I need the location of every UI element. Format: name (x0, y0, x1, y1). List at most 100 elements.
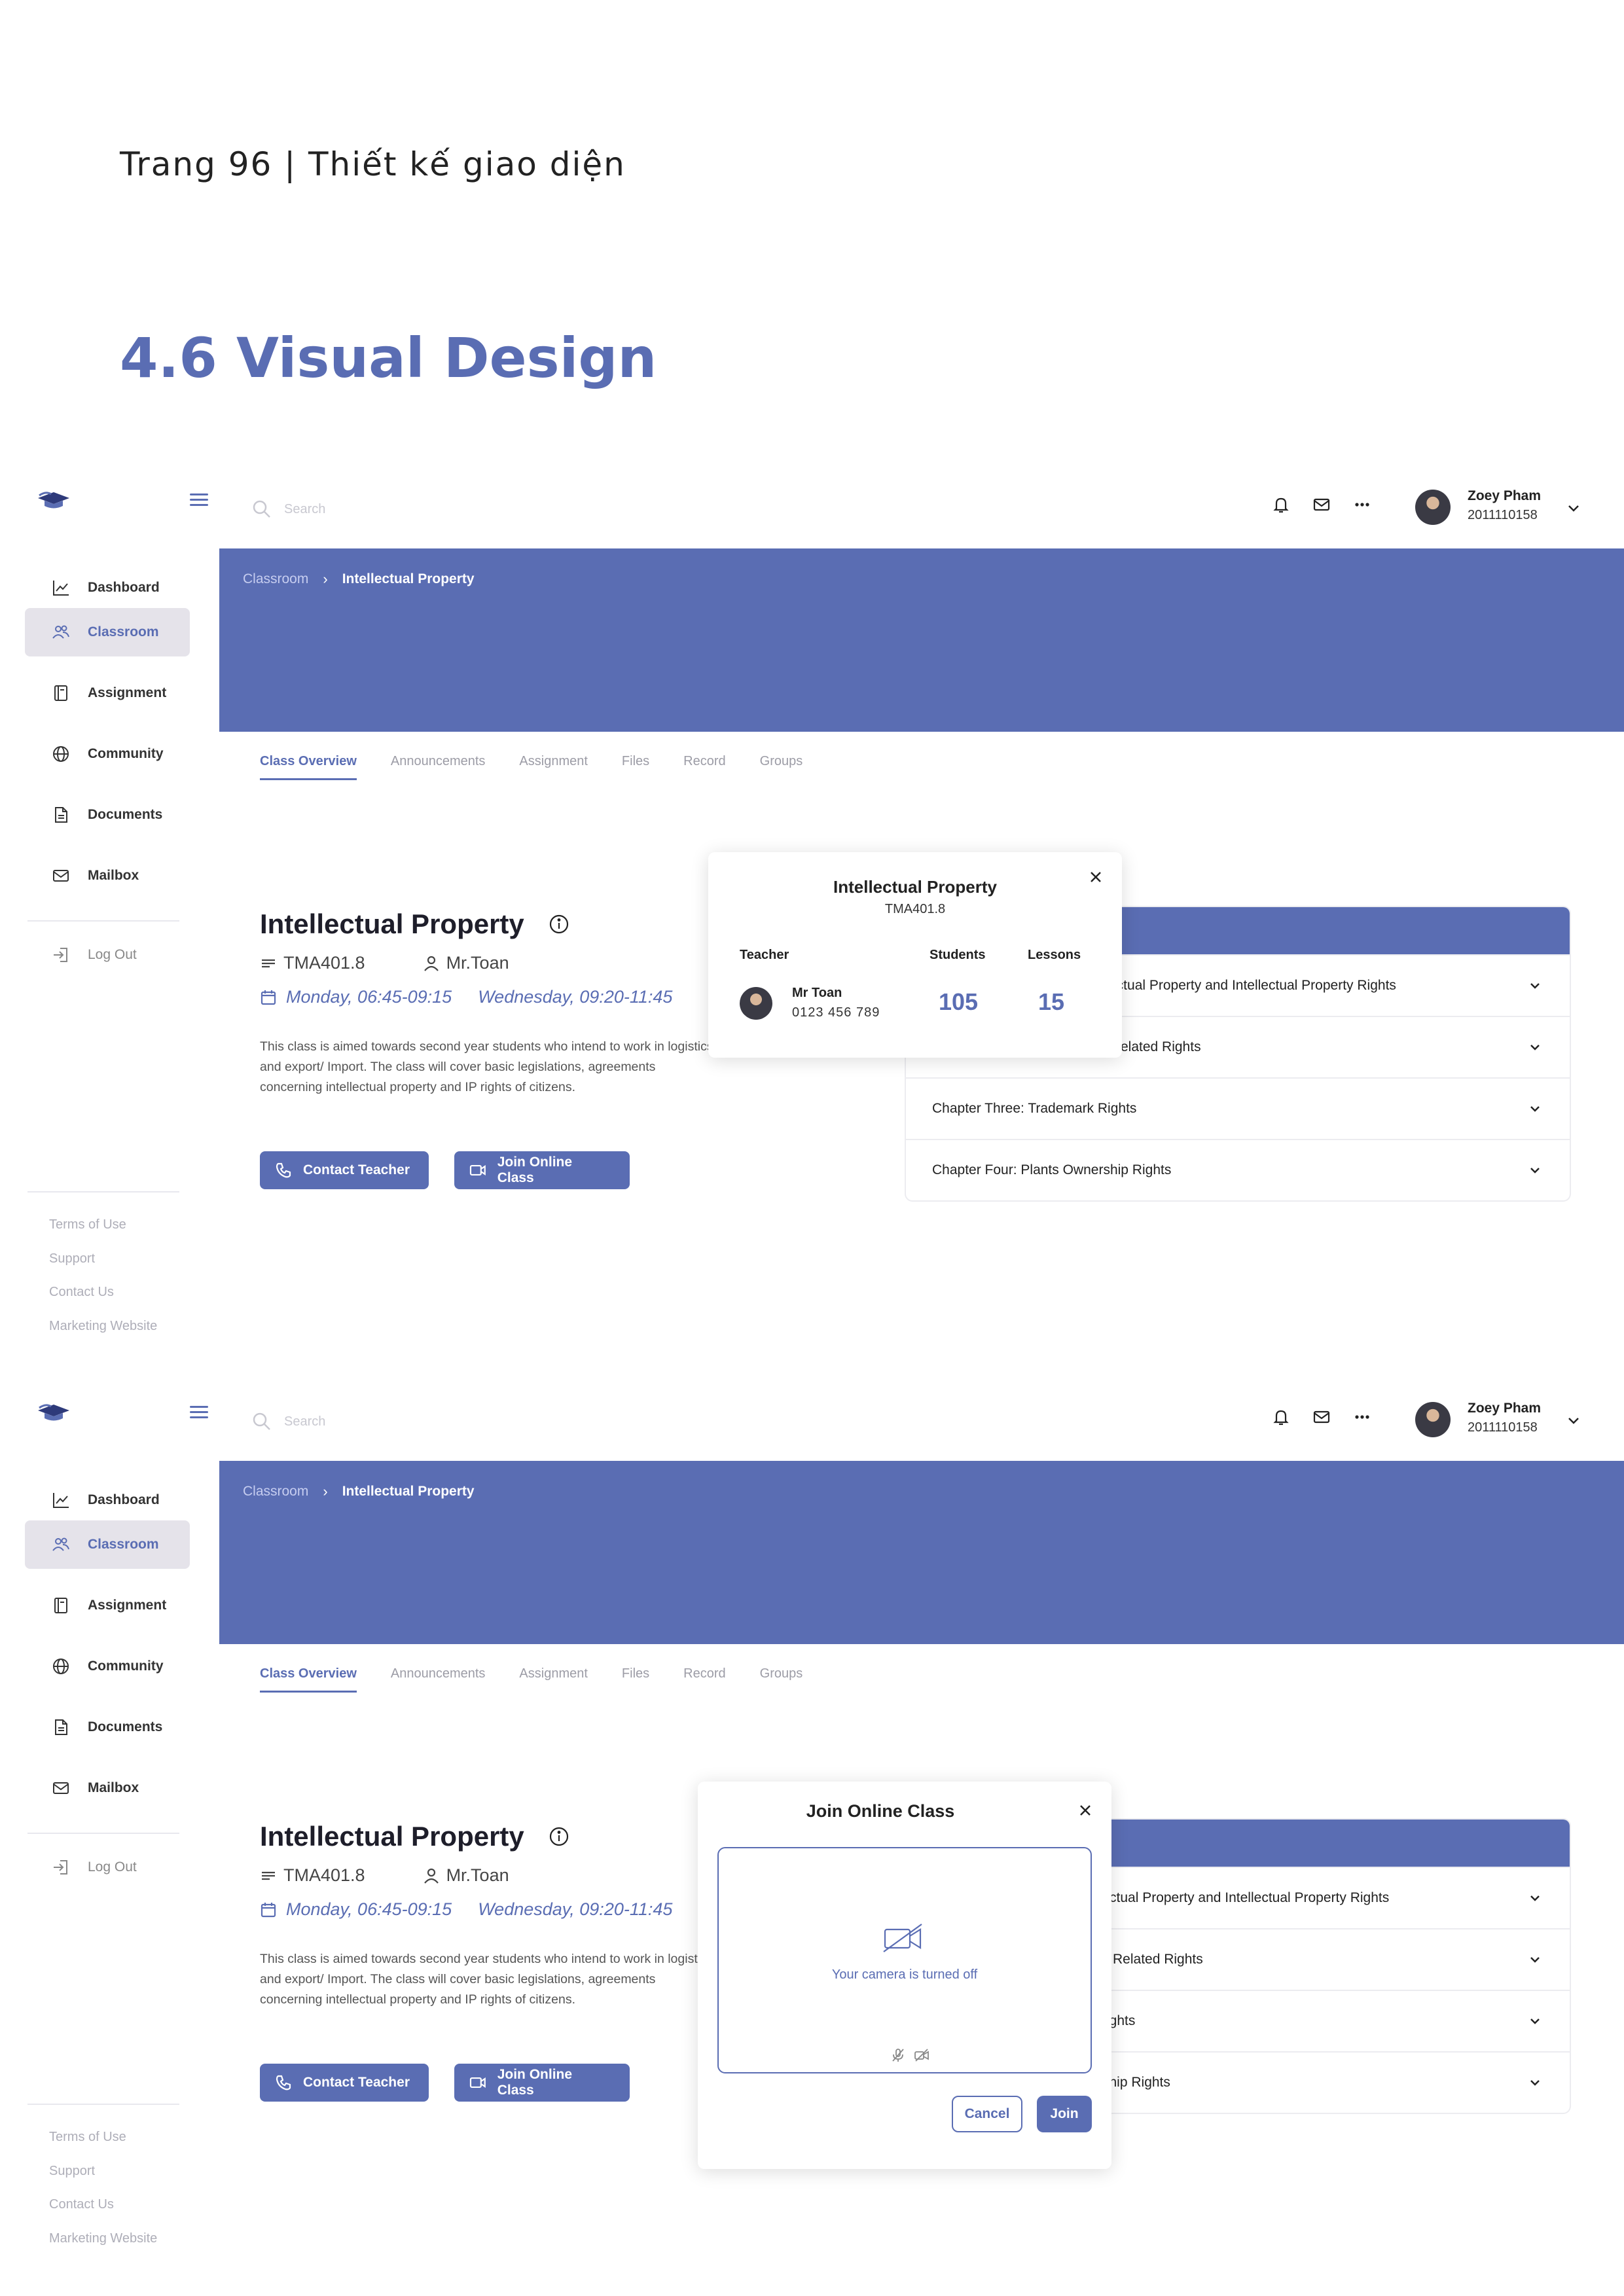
join-online-class-button[interactable]: Join Online Class (454, 2064, 630, 2102)
bell-icon[interactable] (1271, 495, 1291, 514)
join-button[interactable]: Join (1037, 2096, 1092, 2132)
mail-icon[interactable] (1312, 495, 1331, 514)
sidebar-item-assignment[interactable]: Assignment (25, 669, 190, 717)
sidebar-item-classroom[interactable]: Classroom (25, 608, 190, 656)
join-online-class-label: Join Online Class (497, 1155, 573, 1185)
sidebar-divider (27, 1833, 179, 1834)
join-online-class-button[interactable]: Join Online Class (454, 1151, 630, 1189)
tab-class-overview[interactable]: Class Overview (260, 1666, 357, 1693)
class-tabs: Class Overview Announcements Assignment … (260, 754, 803, 780)
chevron-down-icon (1530, 1895, 1540, 1901)
footer-link-terms[interactable]: Terms of Use (49, 2127, 157, 2161)
breadcrumb-parent[interactable]: Classroom (243, 1484, 308, 1499)
chevron-down-icon[interactable] (1566, 1412, 1581, 1428)
schedule-2: Wednesday, 09:20-11:45 (478, 987, 673, 1007)
logout-icon (54, 948, 67, 962)
tab-files[interactable]: Files (622, 754, 649, 780)
sidebar-item-assignment[interactable]: Assignment (25, 1581, 190, 1630)
bell-icon[interactable] (1271, 1407, 1291, 1427)
sidebar-item-mailbox[interactable]: Mailbox (25, 1764, 190, 1812)
sidebar-item-label: Mailbox (88, 868, 139, 883)
sidebar-item-mailbox[interactable]: Mailbox (25, 852, 190, 900)
search-input[interactable]: Search (251, 499, 325, 520)
sidebar-item-community[interactable]: Community (25, 730, 190, 778)
contact-teacher-button[interactable]: Contact Teacher (260, 2064, 429, 2102)
search-input[interactable]: Search (251, 1411, 325, 1432)
chevron-down-icon (1530, 983, 1540, 989)
footer-link-contact[interactable]: Contact Us (49, 1282, 157, 1316)
class-title: Intellectual Property (260, 908, 570, 940)
schedule-2: Wednesday, 09:20-11:45 (478, 1899, 673, 1919)
more-icon[interactable] (1352, 495, 1372, 514)
class-code: TMA401.8 (283, 1865, 365, 1885)
logo-icon (38, 492, 69, 509)
tab-assignment[interactable]: Assignment (519, 1666, 588, 1693)
document-icon (55, 807, 67, 823)
footer-link-support[interactable]: Support (49, 2161, 157, 2195)
contact-teacher-button[interactable]: Contact Teacher (260, 1151, 429, 1189)
users-icon (52, 625, 69, 639)
tab-groups[interactable]: Groups (760, 754, 803, 780)
footer-link-terms[interactable]: Terms of Use (49, 1215, 157, 1249)
cancel-button[interactable]: Cancel (952, 2096, 1022, 2132)
sidebar-item-classroom[interactable]: Classroom (25, 1520, 190, 1569)
tab-assignment[interactable]: Assignment (519, 754, 588, 780)
chevron-down-icon (1530, 1045, 1540, 1050)
class-title-text: Intellectual Property (260, 1821, 524, 1852)
tab-announcements[interactable]: Announcements (391, 754, 486, 780)
chapter-title: ship Rights (1102, 2075, 1170, 2090)
sidebar-item-logout[interactable]: Log Out (25, 1843, 190, 1892)
footer-link-contact[interactable]: Contact Us (49, 2195, 157, 2229)
list-icon (262, 959, 275, 967)
tab-record[interactable]: Record (683, 1666, 725, 1693)
users-icon (52, 1537, 69, 1551)
mail-icon[interactable] (1312, 1407, 1331, 1427)
tab-announcements[interactable]: Announcements (391, 1666, 486, 1693)
tab-groups[interactable]: Groups (760, 1666, 803, 1693)
sidebar-item-community[interactable]: Community (25, 1642, 190, 1691)
info-icon[interactable] (548, 913, 570, 935)
video-off-icon[interactable] (914, 2047, 929, 2063)
footer-link-support[interactable]: Support (49, 1249, 157, 1283)
sidebar-item-dashboard[interactable]: Dashboard (25, 569, 190, 606)
close-icon[interactable] (1076, 1801, 1094, 1820)
class-title-text: Intellectual Property (260, 908, 524, 939)
tab-class-overview[interactable]: Class Overview (260, 754, 357, 780)
students-count: 105 (939, 988, 979, 1015)
search-icon (253, 500, 270, 518)
search-placeholder: Search (284, 1414, 326, 1429)
mail-icon (53, 870, 69, 882)
tab-files[interactable]: Files (622, 1666, 649, 1693)
lessons-count: 15 (1038, 988, 1065, 1015)
sidebar-item-documents[interactable]: Documents (25, 1703, 190, 1751)
sidebar-item-label: Assignment (88, 685, 167, 700)
info-icon[interactable] (548, 1825, 570, 1848)
sidebar-nav: Dashboard Classroom Assignment Community… (25, 569, 190, 912)
sidebar-item-dashboard[interactable]: Dashboard (25, 1482, 190, 1518)
more-icon[interactable] (1352, 1407, 1372, 1427)
chapter-row[interactable]: Chapter Three: Trademark Rights (906, 1077, 1570, 1139)
teacher-phone: 0123 456 789 (792, 1005, 880, 1020)
chart-line-icon (53, 581, 69, 596)
tab-record[interactable]: Record (683, 754, 725, 780)
sidebar-item-documents[interactable]: Documents (25, 791, 190, 839)
page-header: Trang 96 | Thiết kế giao diện (120, 145, 626, 183)
sidebar-item-logout[interactable]: Log Out (25, 931, 190, 979)
contact-teacher-label: Contact Teacher (303, 1162, 410, 1177)
user-icon (424, 956, 439, 971)
chapter-row[interactable]: Chapter Four: Plants Ownership Rights (906, 1139, 1570, 1200)
breadcrumb-parent[interactable]: Classroom (243, 571, 308, 587)
sidebar-footer-links: Terms of Use Support Contact Us Marketin… (49, 1215, 157, 1350)
avatar[interactable] (1415, 1402, 1451, 1437)
close-icon[interactable] (1087, 868, 1105, 886)
hamburger-menu-icon[interactable] (190, 493, 208, 507)
dialog-title: Join Online Class (806, 1801, 955, 1821)
chevron-down-icon (1530, 1168, 1540, 1174)
sidebar-footer-divider (27, 2104, 179, 2105)
avatar[interactable] (1415, 490, 1451, 525)
chevron-down-icon[interactable] (1566, 500, 1581, 516)
footer-link-marketing[interactable]: Marketing Website (49, 1316, 157, 1350)
hamburger-menu-icon[interactable] (190, 1406, 208, 1419)
mic-off-icon[interactable] (890, 2047, 906, 2063)
footer-link-marketing[interactable]: Marketing Website (49, 2229, 157, 2263)
